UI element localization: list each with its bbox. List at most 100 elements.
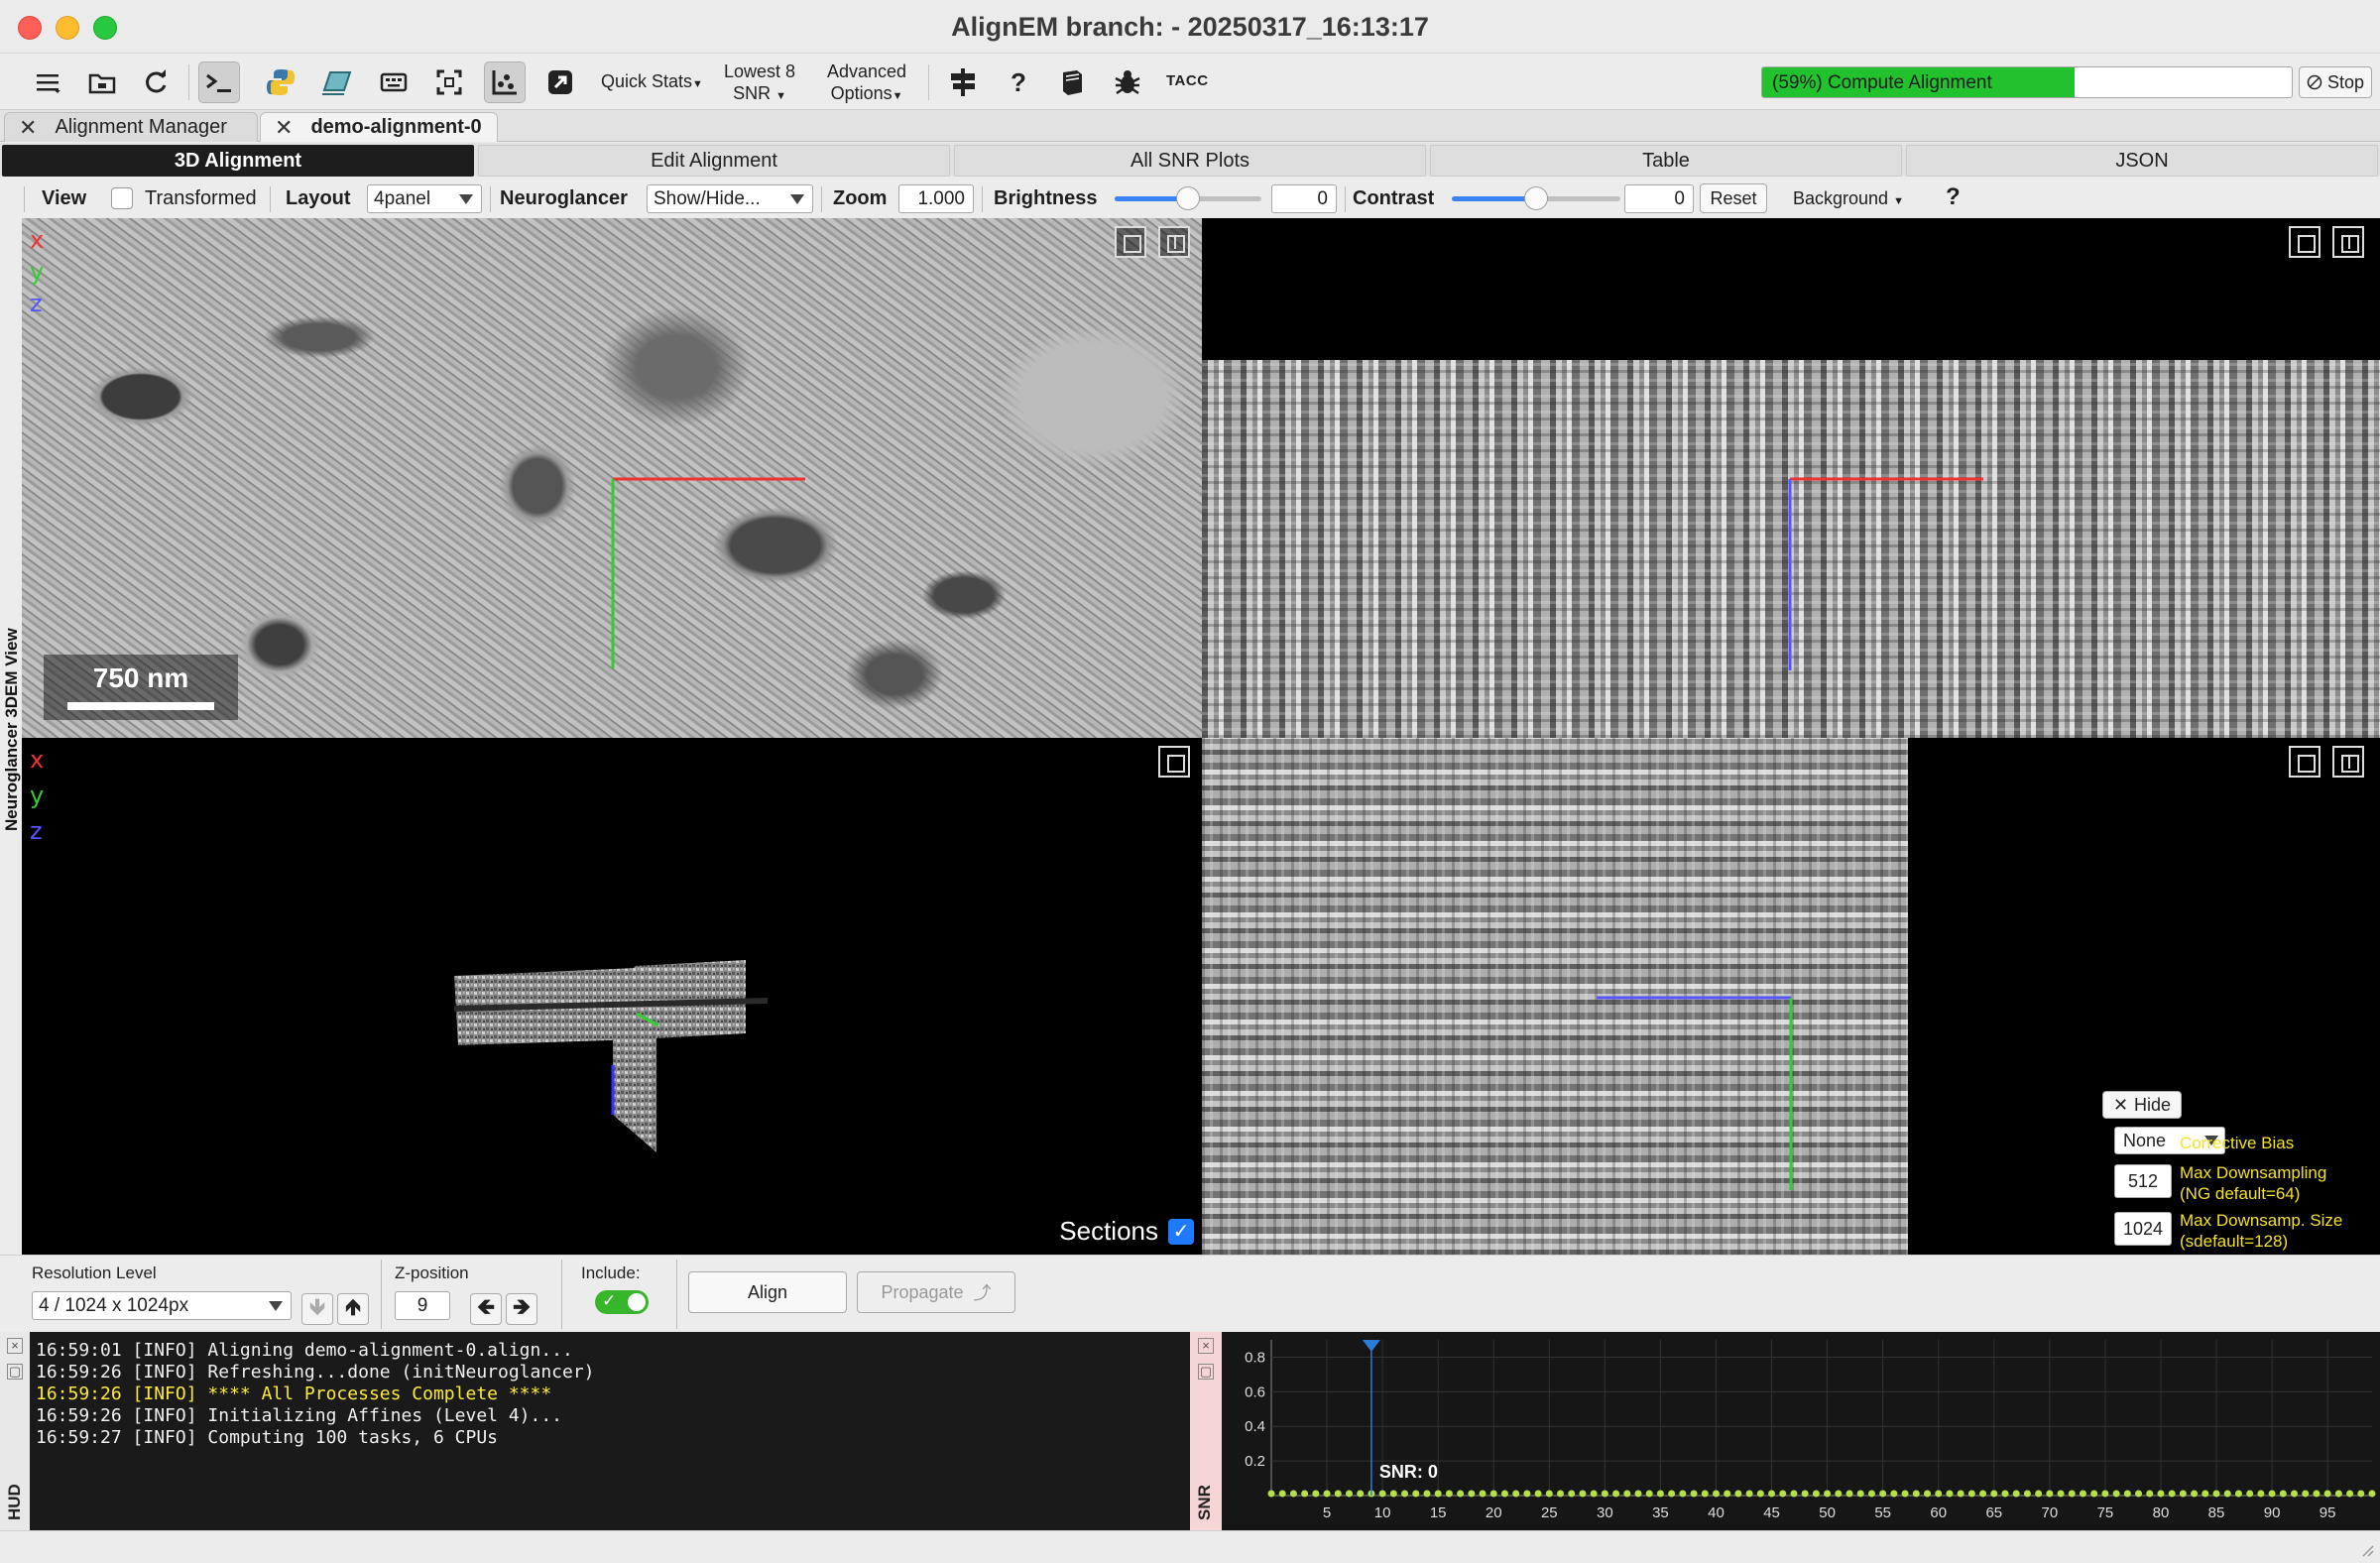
- arrow-left-icon[interactable]: 🡸: [470, 1293, 502, 1325]
- brightness-input[interactable]: 0: [1271, 184, 1337, 213]
- fullscreen-icon[interactable]: [428, 61, 470, 103]
- data-point: [1312, 1490, 1320, 1498]
- quick-stats-menu[interactable]: Quick Stats▼: [601, 70, 703, 95]
- max-downsampling-input[interactable]: 512: [2114, 1164, 2172, 1198]
- neuroglancer-label: Neuroglancer: [500, 187, 628, 209]
- reset-button[interactable]: Reset: [1700, 183, 1767, 213]
- data-point: [2090, 1490, 2098, 1498]
- x-tick-label: 75: [2097, 1504, 2114, 1521]
- hide-overlay-button[interactable]: ✕ Hide: [2102, 1091, 2182, 1119]
- tab-demo-alignment[interactable]: ✕ demo-alignment-0: [260, 112, 498, 142]
- maximize-panel-icon[interactable]: [1158, 746, 1190, 778]
- maximize-panel-icon[interactable]: [1115, 226, 1146, 258]
- data-point: [1534, 1490, 1542, 1498]
- include-toggle[interactable]: ✓: [595, 1290, 649, 1314]
- align-button[interactable]: Align: [688, 1271, 847, 1313]
- check-icon: ✓: [602, 1291, 617, 1310]
- notebook-icon[interactable]: [315, 61, 357, 103]
- neuroglancer-select[interactable]: Show/Hide...: [647, 184, 813, 213]
- data-point: [1990, 1490, 1998, 1498]
- data-point: [1457, 1490, 1465, 1498]
- arrow-right-icon[interactable]: 🡺: [506, 1293, 537, 1325]
- python-icon[interactable]: [260, 61, 301, 103]
- sections-checkbox[interactable]: ✓: [1168, 1218, 1194, 1245]
- brightness-slider[interactable]: [1115, 186, 1261, 210]
- help-icon[interactable]: ?: [998, 61, 1039, 103]
- advanced-options-menu[interactable]: Advanced Options▼: [827, 60, 906, 107]
- layout-select[interactable]: 4panel: [367, 184, 482, 213]
- tab-edit-alignment[interactable]: Edit Alignment: [478, 145, 950, 177]
- book-icon[interactable]: [1051, 61, 1093, 103]
- contrast-slider[interactable]: [1452, 186, 1620, 210]
- data-point: [2368, 1490, 2376, 1498]
- close-icon[interactable]: ×: [7, 1338, 23, 1354]
- external-link-icon[interactable]: [539, 61, 581, 103]
- x-tick-label: 60: [1930, 1504, 1947, 1521]
- snr-label: SNR: [1195, 1485, 1214, 1520]
- tab-table[interactable]: Table: [1430, 145, 1902, 177]
- close-icon: ✕: [2112, 1094, 2129, 1115]
- data-point: [2001, 1490, 2009, 1498]
- data-point: [1568, 1490, 1576, 1498]
- data-point: [1601, 1490, 1608, 1498]
- maximize-panel-icon[interactable]: [2289, 746, 2320, 778]
- float-icon[interactable]: ▢: [1198, 1364, 1214, 1380]
- keyboard-icon[interactable]: [373, 61, 415, 103]
- resize-grip-icon[interactable]: [2358, 1541, 2374, 1557]
- lowest-snr-menu[interactable]: Lowest 8 SNR ▼: [724, 60, 795, 107]
- contrast-slider-handle[interactable]: [1524, 186, 1548, 210]
- tab-3d-alignment[interactable]: 3D Alignment: [2, 145, 474, 177]
- log-line: 16:59:26 [INFO] **** All Processes Compl…: [36, 1383, 552, 1404]
- close-tab-icon[interactable]: ✕: [19, 115, 37, 141]
- split-panel-icon[interactable]: [2332, 746, 2364, 778]
- data-point: [2123, 1490, 2131, 1498]
- signpost-icon[interactable]: [942, 61, 984, 103]
- panel-xz[interactable]: [1202, 218, 2380, 738]
- close-tab-icon[interactable]: ✕: [275, 115, 293, 141]
- maximize-panel-icon[interactable]: [2289, 226, 2320, 258]
- plot-icon[interactable]: [484, 61, 526, 103]
- stop-button[interactable]: Stop: [2299, 66, 2372, 98]
- tab-json[interactable]: JSON: [1906, 145, 2378, 177]
- terminal-icon[interactable]: [198, 61, 240, 103]
- split-panel-icon[interactable]: [2332, 226, 2364, 258]
- sections-toggle[interactable]: Sections ✓: [1059, 1216, 1194, 1247]
- x-tick-label: 90: [2264, 1504, 2281, 1521]
- panel-3d[interactable]: x y z Sections ✓: [22, 738, 1202, 1255]
- propagate-label: Propagate: [881, 1281, 964, 1302]
- data-point: [1557, 1490, 1565, 1498]
- brightness-slider-handle[interactable]: [1176, 186, 1200, 210]
- split-panel-icon[interactable]: [1158, 226, 1190, 258]
- y-tick-label: 0.2: [1245, 1453, 1265, 1470]
- data-point: [1845, 1490, 1853, 1498]
- propagate-icon: ⤴: [973, 1283, 992, 1303]
- resolution-level-select[interactable]: 4 / 1024 x 1024px: [32, 1291, 292, 1320]
- tacc-logo[interactable]: TACC: [1166, 70, 1209, 92]
- menu-icon[interactable]: [28, 61, 69, 103]
- refresh-icon[interactable]: [135, 61, 177, 103]
- transformed-checkbox[interactable]: [111, 187, 133, 209]
- zoom-input[interactable]: 1.000: [898, 184, 974, 213]
- propagate-button[interactable]: Propagate ⤴: [857, 1271, 1015, 1313]
- panel-xy[interactable]: x y z 750 nm: [22, 218, 1202, 738]
- resolution-level-label: Resolution Level: [32, 1263, 157, 1282]
- snr-chart[interactable]: 5 10 15 20 25 30 35 40 45 50 55 60 65 70 75 80 85 90 95 0.2…: [1222, 1332, 2380, 1530]
- layout-label: Layout: [286, 187, 351, 209]
- bug-icon[interactable]: [1107, 61, 1148, 103]
- data-point: [2257, 1490, 2265, 1498]
- z-position-input[interactable]: 9: [395, 1291, 450, 1320]
- arrow-down-icon[interactable]: 🡻: [301, 1293, 333, 1325]
- folder-icon[interactable]: [81, 61, 123, 103]
- panel-yz[interactable]: ✕ Hide None Corrective Bias 512 Max Down…: [1202, 738, 2380, 1255]
- contrast-input[interactable]: 0: [1624, 184, 1694, 213]
- data-point: [1500, 1490, 1508, 1498]
- max-downsamp-size-input[interactable]: 1024: [2114, 1212, 2172, 1246]
- float-icon[interactable]: ▢: [7, 1364, 23, 1380]
- tab-alignment-manager[interactable]: ✕ Alignment Manager: [4, 112, 258, 142]
- help-icon[interactable]: ?: [1946, 183, 1961, 211]
- arrow-up-icon[interactable]: 🡹: [337, 1293, 369, 1325]
- close-icon[interactable]: ×: [1198, 1338, 1214, 1354]
- hud-label: HUD: [5, 1484, 24, 1520]
- background-menu[interactable]: Background ▼: [1793, 188, 1904, 209]
- tab-all-snr-plots[interactable]: All SNR Plots: [954, 145, 1426, 177]
